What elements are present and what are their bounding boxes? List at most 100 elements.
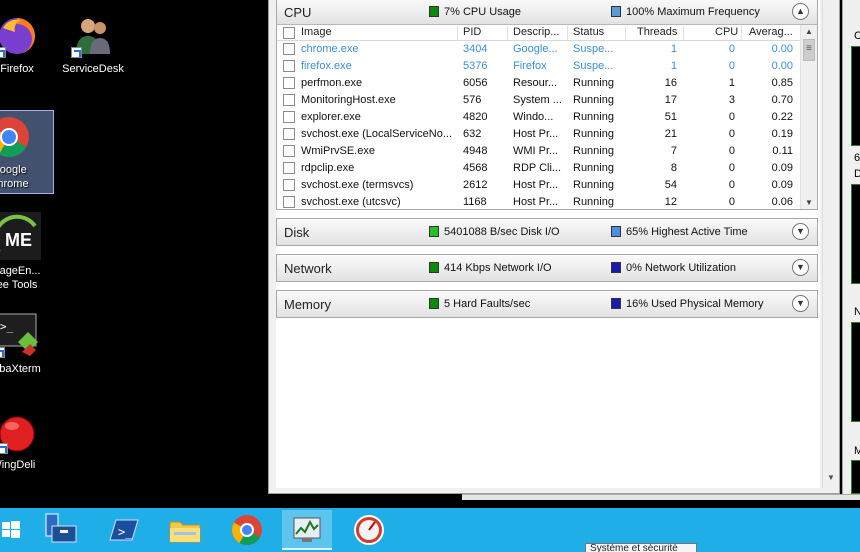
row-checkbox[interactable] [283,145,295,157]
cpu-section-header[interactable]: CPU 7% CPU Usage 100% Maximum Frequency … [277,0,817,25]
scroll-down-arrow-icon[interactable]: ▼ [827,473,835,482]
cell-description: RDP Cli... [513,162,562,174]
network-utilization-metric: 0% Network Utilization [611,262,736,274]
row-checkbox[interactable] [283,60,295,72]
taskbar-resource-monitor[interactable] [282,510,332,550]
table-body: chrome.exe 3404 Google... Suspe... 1 0 0.00 fir… [277,41,817,211]
cell-threads: 7 [670,145,677,157]
cell-description: Resour... [513,77,558,89]
table-row[interactable]: rdpclip.exe 4568 RDP Cli... Running 8 0 0.09 [277,160,817,177]
table-row[interactable]: chrome.exe 3404 Google... Suspe... 1 0 0.00 [277,41,817,58]
start-button[interactable] [0,510,32,550]
cell-average: 0.06 [771,196,793,208]
cell-description: Host Pr... [513,179,559,191]
table-row[interactable]: WmiPrvSE.exe 4948 WMI Pr... Running 7 0 0.11 [277,143,817,160]
cpu-usage-metric: 7% CPU Usage [429,6,521,18]
cpu-section: CPU 7% CPU Usage 100% Maximum Frequency … [276,0,818,210]
cell-average: 0.70 [771,94,793,106]
row-checkbox[interactable] [283,43,295,55]
column-header-image[interactable]: Image [301,26,332,38]
taskbar-chrome[interactable] [222,510,272,550]
disk-section-header[interactable]: Disk 5401088 B/sec Disk I/O 65% Highest … [277,219,817,245]
taskbar-pingdeli[interactable] [344,510,394,550]
memory-section-header[interactable]: Memory 5 Hard Faults/sec 16% Used Physic… [277,291,817,317]
select-all-checkbox[interactable] [283,27,295,39]
taskbar: >_ [0,508,860,552]
expand-chevron-down-icon[interactable]: ▼ [792,295,809,312]
resource-monitor-window: CPU 7% CPU Usage 100% Maximum Frequency … [268,0,840,494]
row-checkbox[interactable] [283,111,295,123]
taskbar-tooltip: Système et sécurité [585,543,697,552]
row-checkbox[interactable] [283,162,295,174]
desktop-icon-mobaxterm[interactable]: >_ obaXterm [0,312,62,376]
collapse-chevron-up-icon[interactable]: ▲ [792,3,809,20]
column-header-description[interactable]: Descrip... [513,26,559,38]
expand-chevron-down-icon[interactable]: ▼ [792,223,809,240]
taskbar-powershell[interactable]: >_ [98,510,148,550]
table-row[interactable]: firefox.exe 5376 Firefox Suspe... 1 0 0.00 [277,58,817,75]
network-io-metric: 414 Kbps Network I/O [429,262,552,274]
taskbar-server-manager[interactable] [36,510,86,550]
cell-status: Running [573,77,614,89]
column-header-average[interactable]: Averag... [749,26,793,38]
table-row[interactable]: svchost.exe (utcsvc) 1168 Host Pr... Runnin… [277,194,817,211]
column-header-threads[interactable]: Threads [637,26,677,38]
active-time-swatch [611,226,621,237]
table-row[interactable]: perfmon.exe 6056 Resour... Running 16 1 0.85 [277,75,817,92]
cell-pid: 632 [463,128,482,140]
row-checkbox[interactable] [283,179,295,191]
table-row[interactable]: svchost.exe (termsvcs) 2612 Host Pr... Runn… [277,177,817,194]
windows-logo-icon [2,521,20,538]
scroll-down-arrow-icon[interactable]: ▼ [805,198,813,207]
chrome-icon [0,115,31,159]
cell-pid: 5376 [463,60,488,72]
cell-description: Windo... [513,111,554,123]
cpu-process-table: Image PID Descrip... Status Threads CPU … [277,25,817,209]
row-checkbox[interactable] [283,196,295,208]
metric-text: 7% CPU Usage [444,6,522,18]
horizontal-scrollbar[interactable] [462,494,860,500]
section-title: Memory [284,297,331,312]
cell-cpu: 1 [728,77,735,89]
overview-scrollbar[interactable]: ▼ [822,0,839,488]
disk-graph [851,184,860,284]
cell-image: perfmon.exe [301,77,363,89]
cell-cpu: 0 [728,162,735,174]
scrollbar-thumb[interactable] [803,39,815,61]
table-row[interactable]: svchost.exe (LocalServiceNo... 632 Host Pr… [277,126,817,143]
cell-description: Google... [513,43,558,55]
row-checkbox[interactable] [283,128,295,140]
table-scrollbar[interactable]: ▲ ▼ [800,25,817,209]
svg-text:ME: ME [5,230,32,250]
column-separator [741,26,742,40]
cell-image: WmiPrvSE.exe [301,145,375,157]
column-header-pid[interactable]: PID [463,26,481,38]
memory-graph [851,460,860,494]
network-section-header[interactable]: Network 414 Kbps Network I/O 0% Network … [277,255,817,281]
metric-text: 5401088 B/sec Disk I/O [444,226,560,238]
network-io-swatch [429,262,439,273]
desktop-icon-label: Google [0,164,27,176]
cell-average: 0.00 [771,43,793,55]
row-checkbox[interactable] [283,94,295,106]
folder-icon [169,521,201,543]
taskbar-file-explorer[interactable] [160,510,210,550]
cell-description: System ... [513,94,562,106]
expand-chevron-down-icon[interactable]: ▼ [792,259,809,276]
cell-status: Running [573,145,614,157]
column-header-cpu[interactable]: CPU [715,26,738,38]
desktop-icon-manageengine[interactable]: ME nageEn... ee Tools [0,212,62,292]
row-checkbox[interactable] [283,77,295,89]
desktop-icon-pingdeli[interactable]: /ingDeli [0,414,62,472]
manageengine-icon: ME [0,212,41,260]
column-header-status[interactable]: Status [573,26,604,38]
metric-text: 16% Used Physical Memory [626,298,764,310]
desktop-icon-servicedesk[interactable]: ServiceDesk [48,14,138,76]
cell-average: 0.00 [771,60,793,72]
cell-status: Suspe... [573,60,614,72]
desktop-icon-chrome[interactable]: Google Chrome [0,110,54,194]
table-row[interactable]: MonitoringHost.exe 576 System ... Running 17… [277,92,817,109]
shortcut-arrow-icon [0,443,8,454]
table-row[interactable]: explorer.exe 4820 Windo... Running 51 0 0.22 [277,109,817,126]
scroll-up-arrow-icon[interactable]: ▲ [805,27,813,36]
